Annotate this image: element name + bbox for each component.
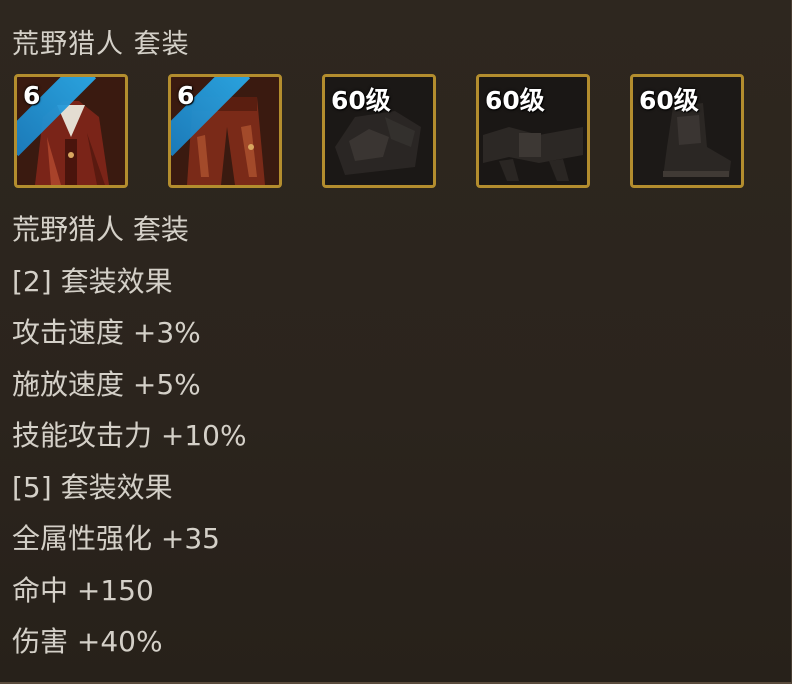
set-item-slot-1[interactable]: 6 [14,74,128,188]
item-level-label: 60级 [639,86,699,115]
set-item-slot-3[interactable]: 60级 [322,74,436,188]
bonus-5-line: 命中 +150 [12,573,154,607]
item-level-label: 6 [177,81,195,110]
set-item-slot-2[interactable]: 6 [168,74,282,188]
set-bonus-list: 荒野猎人 套装 [2] 套装效果 攻击速度 +3% 施放速度 +5% 技能攻击力… [12,208,247,672]
bonus-2-line: 技能攻击力 +10% [12,419,247,452]
bonus-5-header: [5] 套装效果 [12,470,173,504]
set-tooltip-panel: 荒野猎人 套装 6 6 60级 60级 60级 荒野猎人 套装 [2] 套装效果… [0,0,792,684]
bonus-2-line: 施放速度 +5% [12,367,201,401]
set-items-row: 6 6 60级 60级 60级 [14,74,744,188]
item-level-label: 60级 [331,86,391,115]
bonus-2-line: 攻击速度 +3% [12,316,201,349]
set-item-slot-5[interactable]: 60级 [630,74,744,188]
bonus-5-line: 伤害 +40% [12,625,163,658]
bonus-5-line: 全属性强化 +35 [12,522,220,555]
set-item-slot-4[interactable]: 60级 [476,74,590,188]
item-level-label: 60级 [485,86,545,115]
item-level-label: 6 [23,81,41,110]
set-title: 荒野猎人 套装 [12,29,190,60]
bonus-2-header: [2] 套装效果 [12,264,173,298]
tooltip-set-name: 荒野猎人 套装 [12,213,189,246]
